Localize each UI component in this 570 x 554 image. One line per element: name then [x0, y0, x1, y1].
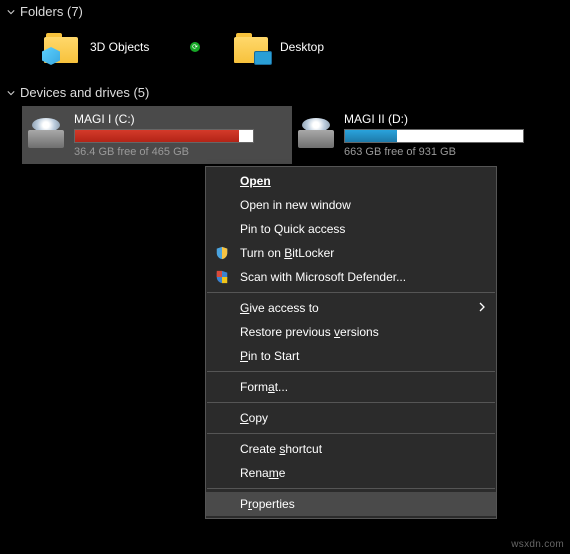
section-header-drives[interactable]: Devices and drives (5) [0, 81, 570, 104]
section-header-folders[interactable]: Folders (7) [0, 0, 570, 23]
sync-status-icon: ⟳ [190, 42, 200, 52]
drives-row: MAGI I (C:) 36.4 GB free of 465 GB MAGI … [0, 104, 570, 164]
drive-free-text: 663 GB free of 931 GB [344, 146, 556, 158]
drive-item-c[interactable]: MAGI I (C:) 36.4 GB free of 465 GB [22, 106, 292, 164]
menu-separator [207, 402, 495, 403]
shield-bitlocker-icon [214, 245, 230, 261]
menu-properties[interactable]: Properties [206, 492, 496, 516]
drive-name: MAGI I (C:) [74, 112, 286, 126]
drive-capacity-bar [74, 129, 254, 143]
drive-capacity-bar [344, 129, 524, 143]
menu-format[interactable]: Format... [206, 375, 496, 399]
chevron-down-icon [6, 8, 16, 16]
drive-icon [298, 118, 336, 148]
menu-turn-on-bitlocker[interactable]: Turn on BitLocker [206, 241, 496, 265]
menu-pin-quick-access[interactable]: Pin to Quick access [206, 217, 496, 241]
watermark: wsxdn.com [511, 539, 564, 550]
folders-row: 3D Objects ⟳ Desktop [0, 23, 570, 81]
section-count: (7) [67, 4, 83, 19]
menu-open[interactable]: Open [206, 169, 496, 193]
menu-separator [207, 371, 495, 372]
menu-open-new-window[interactable]: Open in new window [206, 193, 496, 217]
section-title: Folders [20, 4, 63, 19]
menu-copy[interactable]: Copy [206, 406, 496, 430]
drive-free-text: 36.4 GB free of 465 GB [74, 146, 286, 158]
folder-label: 3D Objects [90, 40, 149, 54]
menu-give-access-to[interactable]: Give access to [206, 296, 496, 320]
menu-pin-to-start[interactable]: Pin to Start [206, 344, 496, 368]
chevron-down-icon [6, 89, 16, 97]
menu-scan-defender[interactable]: Scan with Microsoft Defender... [206, 265, 496, 289]
folder-item-desktop[interactable]: Desktop [230, 27, 490, 67]
menu-separator [207, 433, 495, 434]
submenu-arrow-icon [478, 301, 486, 315]
menu-create-shortcut[interactable]: Create shortcut [206, 437, 496, 461]
folder-icon [234, 31, 270, 63]
context-menu: Open Open in new window Pin to Quick acc… [205, 166, 497, 519]
menu-restore-previous-versions[interactable]: Restore previous versions [206, 320, 496, 344]
drive-name: MAGI II (D:) [344, 112, 556, 126]
section-count: (5) [133, 85, 149, 100]
shield-defender-icon [214, 269, 230, 285]
folder-label: Desktop [280, 40, 324, 54]
folder-icon [44, 31, 80, 63]
drive-icon [28, 118, 66, 148]
section-title: Devices and drives [20, 85, 130, 100]
menu-rename[interactable]: Rename [206, 461, 496, 485]
menu-separator [207, 292, 495, 293]
menu-separator [207, 488, 495, 489]
drive-item-d[interactable]: MAGI II (D:) 663 GB free of 931 GB [292, 106, 562, 164]
